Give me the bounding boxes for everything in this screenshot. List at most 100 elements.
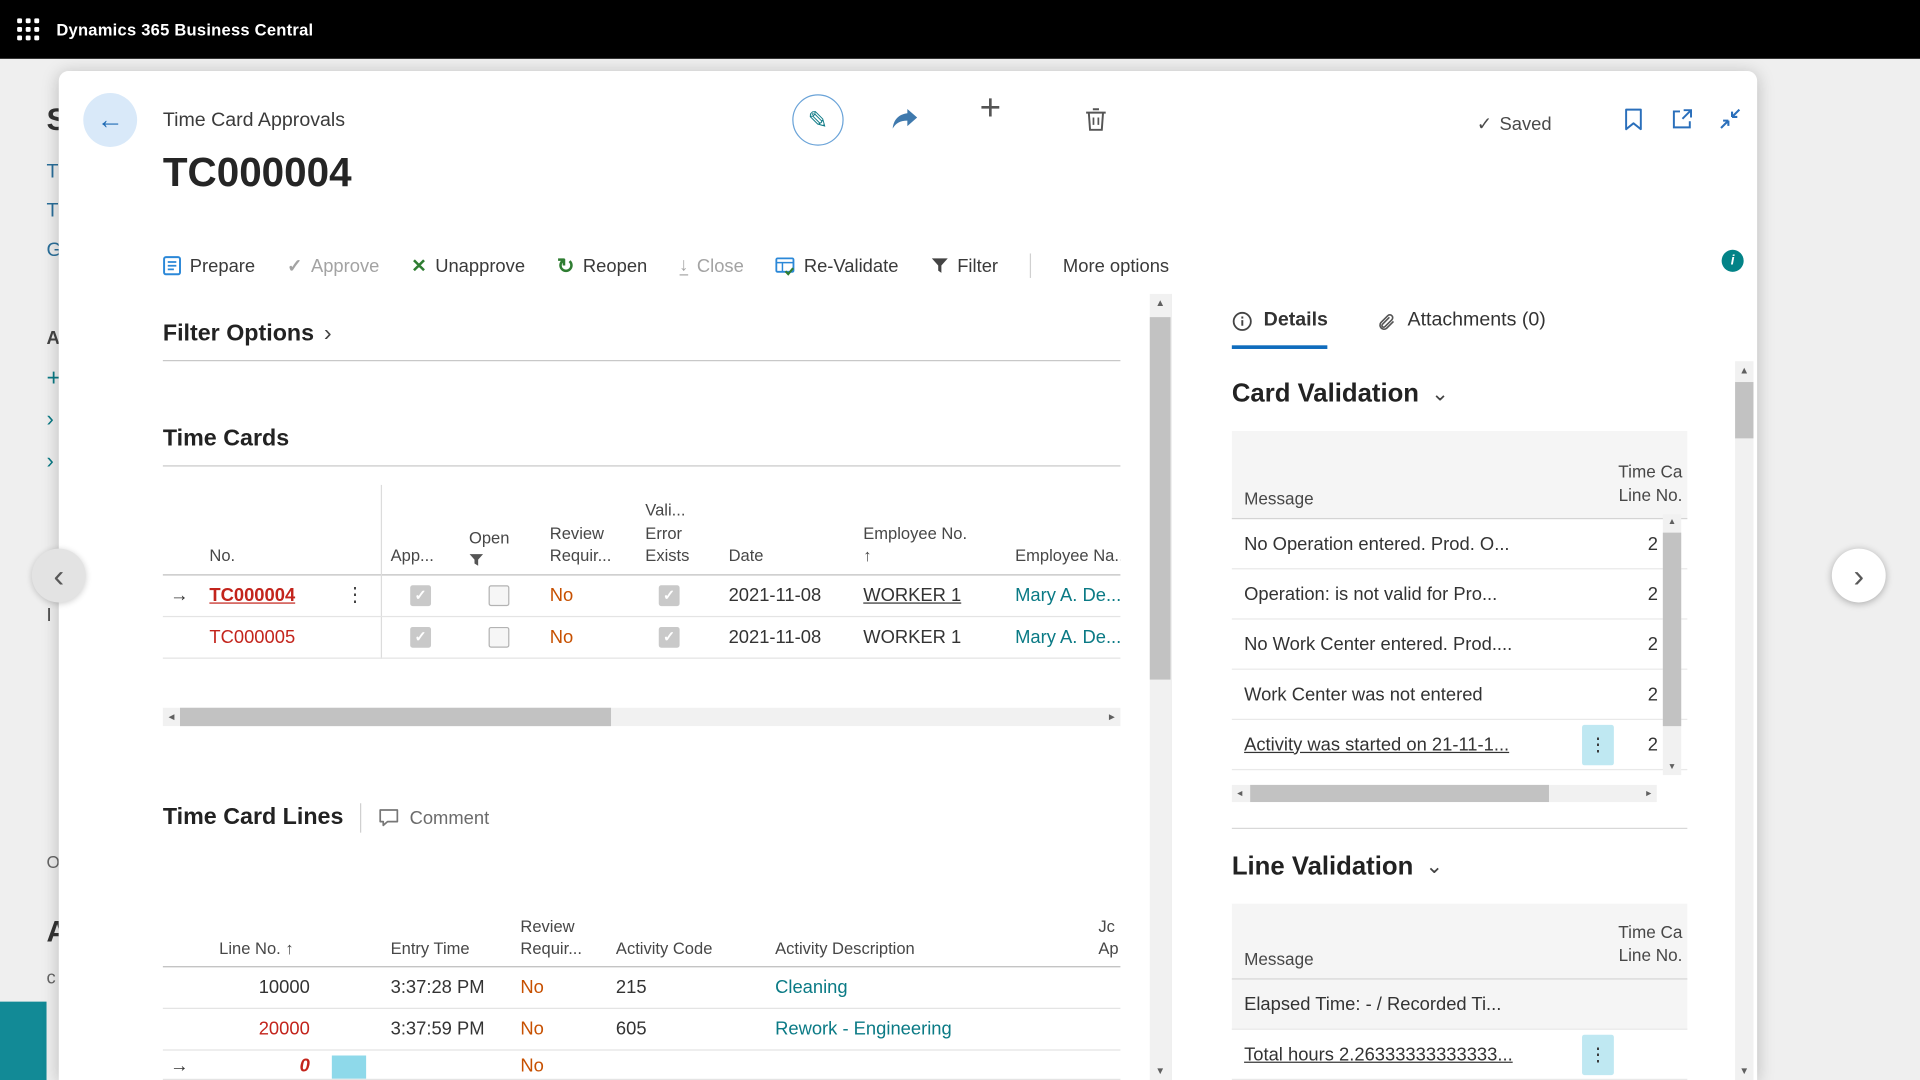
prepare-action[interactable]: Prepare	[163, 255, 255, 276]
scroll-down-button[interactable]: ▼	[1735, 1062, 1753, 1080]
time-card-row[interactable]: → TC000004 ⋮ No 2021-11-08 WORKER 1 Mary…	[163, 576, 1121, 618]
scroll-right-button[interactable]: ►	[1641, 785, 1657, 802]
next-record-button[interactable]: ›	[1832, 549, 1886, 603]
employee-name-link[interactable]: Mary A. De...	[1005, 627, 1120, 648]
time-card-line-row[interactable]: → 0 No	[163, 1051, 1121, 1080]
validation-message[interactable]: Elapsed Time: - / Recorded Ti...	[1232, 994, 1624, 1015]
approved-column-header[interactable]: App...	[381, 545, 459, 567]
time-card-line-row[interactable]: 20000 3:37:59 PM No 605 Rework - Enginee…	[163, 1009, 1121, 1051]
time-card-no-link[interactable]: TC000004	[200, 585, 330, 606]
validation-message-row[interactable]: Work Center was not entered 2	[1232, 670, 1688, 720]
date-cell[interactable]: 2021-11-08	[711, 585, 846, 606]
open-in-new-window-button[interactable]	[1671, 108, 1693, 130]
main-vertical-scrollbar[interactable]: ▲ ▼	[1150, 294, 1171, 1080]
entry-time-cell[interactable]: 3:37:59 PM	[376, 1019, 511, 1040]
date-cell[interactable]: 2021-11-08	[711, 627, 846, 648]
activity-description-link[interactable]: Cleaning	[758, 977, 1091, 998]
message-column-header[interactable]: Message	[1232, 489, 1599, 509]
line-validation-section-header[interactable]: Line Validation ⌄	[1232, 852, 1443, 881]
comment-button[interactable]: Comment	[379, 808, 489, 829]
scrollbar-track[interactable]	[1663, 530, 1681, 759]
row-menu-button[interactable]: ⋮	[345, 586, 365, 606]
validation-message-row[interactable]: No Work Center entered. Prod.... 2	[1232, 620, 1688, 670]
review-required-column-header[interactable]: Review Requir...	[511, 915, 607, 960]
approve-action[interactable]: ✓ Approve	[287, 255, 379, 276]
info-button[interactable]: i	[1722, 250, 1744, 272]
validation-error-checkbox[interactable]	[658, 627, 679, 648]
back-button[interactable]: ←	[83, 93, 137, 147]
selected-cell-highlight[interactable]	[332, 1056, 366, 1079]
tab-details[interactable]: Details	[1232, 310, 1328, 349]
activity-code-cell[interactable]: 215	[606, 977, 758, 998]
reopen-action[interactable]: ↻ Reopen	[557, 255, 647, 276]
tab-attachments[interactable]: Attachments (0)	[1377, 310, 1546, 349]
scroll-up-button[interactable]: ▲	[1735, 361, 1753, 379]
activity-description-link[interactable]: Rework - Engineering	[758, 1019, 1091, 1040]
scroll-right-button[interactable]: ►	[1103, 708, 1120, 726]
scroll-left-button[interactable]: ◄	[1232, 785, 1248, 802]
card-validation-horizontal-scrollbar[interactable]: ◄ ►	[1232, 785, 1657, 802]
validation-message-row[interactable]: Operation: is not valid for Pro... 2	[1232, 569, 1688, 619]
validation-message-row[interactable]: Elapsed Time: - / Recorded Ti...	[1232, 980, 1688, 1030]
unapprove-action[interactable]: ✕ Unapprove	[411, 255, 525, 276]
line-no-cell[interactable]: 20000	[200, 1019, 322, 1040]
review-required-cell[interactable]: No	[538, 585, 626, 606]
scroll-up-button[interactable]: ▲	[1150, 294, 1171, 312]
employee-no-cell[interactable]: WORKER 1	[846, 627, 1005, 648]
validation-message-row[interactable]: Total hours 2.26333333333333... ⋮	[1232, 1030, 1688, 1080]
new-button[interactable]: +	[980, 88, 1001, 130]
scrollbar-thumb[interactable]	[1250, 785, 1549, 802]
scrollbar-thumb[interactable]	[180, 708, 611, 726]
review-required-cell[interactable]: No	[511, 1019, 607, 1040]
no-column-header[interactable]: No.	[200, 545, 330, 567]
filter-action[interactable]: Filter	[930, 255, 998, 276]
truncated-column-header[interactable]: Jc Ap	[1091, 915, 1120, 960]
scroll-up-button[interactable]: ▲	[1663, 514, 1681, 530]
review-required-column-header[interactable]: Review Requir...	[538, 522, 626, 567]
line-no-cell[interactable]: 0	[200, 1056, 322, 1077]
revalidate-action[interactable]: Re-Validate	[776, 255, 899, 276]
time-card-row[interactable]: TC000005 No 2021-11-08 WORKER 1 Mary A. …	[163, 617, 1121, 659]
open-column-header[interactable]: Open	[459, 527, 537, 566]
app-title[interactable]: Dynamics 365 Business Central	[56, 20, 313, 38]
row-menu-button[interactable]: ⋮	[1582, 1034, 1614, 1074]
scrollbar-track[interactable]	[1735, 380, 1753, 1062]
card-validation-section-header[interactable]: Card Validation ⌄	[1232, 380, 1449, 409]
employee-no-cell[interactable]: WORKER 1	[846, 585, 1005, 606]
validation-message-row[interactable]: Activity was started on 21-11-1... ⋮ 2	[1232, 720, 1688, 770]
exit-fullscreen-button[interactable]	[1719, 108, 1741, 130]
scroll-down-button[interactable]: ▼	[1150, 1062, 1171, 1080]
time-card-line-no-column-header[interactable]: Time Ca Line No.	[1599, 921, 1687, 969]
edit-button[interactable]: ✎	[792, 94, 843, 145]
validation-message-link[interactable]: Total hours 2.26333333333333...	[1232, 1044, 1582, 1065]
employee-no-column-header[interactable]: Employee No. ↑	[846, 522, 1005, 567]
activity-code-column-header[interactable]: Activity Code	[606, 938, 758, 960]
scrollbar-thumb[interactable]	[1150, 317, 1171, 679]
review-required-cell[interactable]: No	[511, 1056, 607, 1077]
employee-name-column-header[interactable]: Employee Na...	[1005, 545, 1120, 567]
review-required-cell[interactable]: No	[511, 977, 607, 998]
line-no-column-header[interactable]: Line No. ↑	[200, 938, 322, 960]
date-column-header[interactable]: Date	[711, 545, 846, 567]
validation-error-column-header[interactable]: Vali... Error Exists	[626, 500, 712, 567]
app-launcher-button[interactable]	[0, 0, 56, 59]
time-card-line-no-column-header[interactable]: Time Ca Line No.	[1599, 460, 1687, 508]
delete-button[interactable]	[1085, 108, 1107, 131]
filter-options-section-header[interactable]: Filter Options ›	[163, 321, 332, 348]
more-options-action[interactable]: More options	[1063, 255, 1169, 276]
time-card-no-link[interactable]: TC000005	[200, 627, 330, 648]
approved-checkbox[interactable]	[410, 585, 431, 606]
review-required-cell[interactable]: No	[538, 627, 626, 648]
validation-message[interactable]: Operation: is not valid for Pro...	[1232, 583, 1624, 604]
employee-name-link[interactable]: Mary A. De...	[1005, 585, 1120, 606]
time-card-line-row[interactable]: 10000 3:37:28 PM No 215 Cleaning	[163, 967, 1121, 1009]
scroll-down-button[interactable]: ▼	[1663, 759, 1681, 775]
message-column-header[interactable]: Message	[1232, 949, 1599, 969]
row-menu-button[interactable]: ⋮	[1582, 724, 1614, 764]
approved-checkbox[interactable]	[410, 627, 431, 648]
validation-message-row[interactable]: No Operation entered. Prod. O... 2	[1232, 519, 1688, 569]
scrollbar-thumb[interactable]	[1663, 533, 1681, 726]
card-validation-vertical-scrollbar[interactable]: ▲ ▼	[1663, 514, 1681, 775]
scrollbar-track[interactable]	[1150, 312, 1171, 1061]
activity-description-column-header[interactable]: Activity Description	[758, 938, 1091, 960]
